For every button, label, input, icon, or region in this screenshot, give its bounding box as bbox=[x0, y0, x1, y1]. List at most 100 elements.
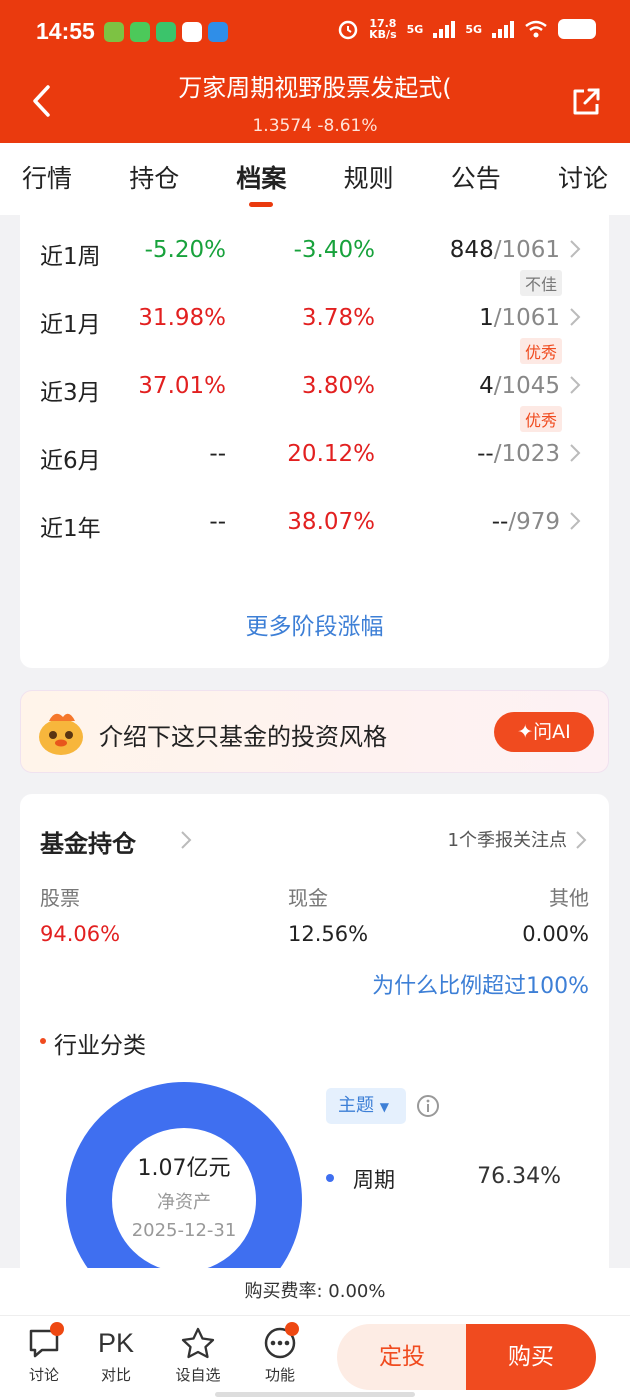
chevron-right-icon bbox=[576, 831, 587, 849]
category-average: -3.40% bbox=[293, 237, 375, 263]
industry-title: 行业分类 bbox=[54, 1033, 146, 1059]
status-bar: 14:55 17.8 KB/s 5G 5G bbox=[0, 0, 630, 66]
tab-discussion[interactable]: 讨论 bbox=[558, 143, 608, 215]
theme-dropdown[interactable]: 主题 ▼ bbox=[326, 1088, 406, 1124]
header: 14:55 17.8 KB/s 5G 5G 万家周期视野股票发起式( 1.3574… bbox=[0, 0, 630, 143]
status-time: 14:55 bbox=[36, 18, 95, 44]
caret-down-icon: ▼ bbox=[379, 1100, 389, 1114]
chevron-right-icon bbox=[570, 376, 581, 394]
nav-label: 功能 bbox=[264, 1366, 295, 1384]
period-label: 近3月 bbox=[40, 380, 101, 406]
rank: --/1023 bbox=[477, 441, 560, 467]
more-periods-link[interactable]: 更多阶段涨幅 bbox=[20, 607, 609, 641]
fund-title: 万家周期视野股票发起式( bbox=[178, 74, 452, 102]
sim2-label: 5G bbox=[465, 22, 482, 36]
sparkle-icon: ✦ bbox=[517, 721, 534, 743]
tab-profile[interactable]: 档案 bbox=[236, 143, 286, 215]
mascot-icon bbox=[39, 713, 83, 755]
ai-banner[interactable]: 介绍下这只基金的投资风格 ✦问AI bbox=[20, 690, 609, 773]
perf-row[interactable]: 近1月 31.98% 3.78% 1/1061 优秀 bbox=[20, 305, 609, 364]
chevron-right-icon bbox=[570, 444, 581, 462]
share-icon[interactable] bbox=[570, 86, 602, 118]
nav-compare[interactable]: PK 对比 bbox=[86, 1326, 146, 1385]
period-change: -- bbox=[209, 509, 226, 535]
battery-icon bbox=[558, 19, 596, 39]
performance-card: 近1周 -5.20% -3.40% 848/1061 不佳 近1月 31.98%… bbox=[20, 215, 609, 668]
period-change: 37.01% bbox=[138, 373, 226, 399]
signal-icon bbox=[433, 20, 456, 38]
nav-label: 对比 bbox=[100, 1366, 131, 1384]
perf-row[interactable]: 近1年 -- 38.07% --/979 bbox=[20, 509, 609, 549]
chevron-right-icon bbox=[570, 240, 581, 258]
purchase-fee: 购买费率: 0.00% bbox=[0, 1268, 630, 1316]
notification-dot bbox=[285, 1322, 299, 1336]
period-change: -- bbox=[209, 441, 226, 467]
donut-center: 1.07亿元 净资产 2025-12-31 bbox=[66, 1150, 302, 1241]
perf-row[interactable]: 近6月 -- 20.12% --/1023 bbox=[20, 441, 609, 481]
holdings-card: 基金持仓 1个季报关注点 股票 现金 其他 94.06% 12.56% 0.00… bbox=[20, 794, 609, 1318]
status-right: 17.8 KB/s 5G 5G bbox=[337, 18, 596, 40]
category-average: 20.12% bbox=[287, 441, 375, 467]
nav-watchlist[interactable]: 设自选 bbox=[168, 1326, 228, 1385]
ai-prompt-text: 介绍下这只基金的投资风格 bbox=[99, 723, 387, 751]
legend-name: 周期 bbox=[353, 1168, 395, 1192]
app-notification-icon bbox=[182, 22, 202, 42]
chevron-right-icon bbox=[570, 308, 581, 326]
alloc-cash-label: 现金 bbox=[288, 886, 328, 910]
perf-row[interactable]: 近1周 -5.20% -3.40% 848/1061 不佳 bbox=[20, 237, 609, 296]
nav-discussion[interactable]: 讨论 bbox=[14, 1326, 74, 1385]
legend-value: 76.34% bbox=[477, 1164, 561, 1189]
period-change: -5.20% bbox=[144, 237, 226, 263]
net-assets-caption: 净资产 bbox=[157, 1192, 211, 1213]
telegram-icon bbox=[208, 22, 228, 42]
why-over-100-link[interactable]: 为什么比例超过100% bbox=[372, 968, 589, 1000]
back-arrow-icon[interactable] bbox=[28, 84, 56, 118]
alloc-stock-label: 股票 bbox=[40, 886, 80, 910]
sim1-label: 5G bbox=[406, 22, 424, 36]
legend-dot bbox=[326, 1174, 334, 1182]
fund-nav-change: 1.3574 -8.61% bbox=[252, 116, 378, 136]
category-average: 3.80% bbox=[301, 373, 375, 399]
category-average: 38.07% bbox=[287, 509, 375, 535]
tab-bar: 行情 持仓 档案 规则 公告 讨论 bbox=[0, 143, 630, 215]
notification-icons bbox=[104, 22, 228, 42]
bottom-bar: 讨论 PK 对比 设自选 功能 定投 购买 bbox=[0, 1316, 630, 1400]
title-row: 万家周期视野股票发起式( bbox=[0, 66, 630, 117]
net-assets-date: 2025-12-31 bbox=[131, 1220, 237, 1241]
auto-invest-button[interactable]: 定投 bbox=[337, 1324, 467, 1390]
alarm-icon bbox=[338, 20, 358, 40]
star-icon bbox=[181, 1327, 215, 1359]
holdings-title[interactable]: 基金持仓 bbox=[40, 824, 136, 859]
rank: 1/1061 bbox=[479, 305, 560, 331]
period-change: 31.98% bbox=[138, 305, 226, 331]
ask-ai-label: 问AI bbox=[533, 721, 571, 743]
perf-row[interactable]: 近3月 37.01% 3.80% 4/1045 优秀 bbox=[20, 373, 609, 432]
pk-icon: PK bbox=[97, 1328, 135, 1358]
chevron-right-icon bbox=[181, 831, 192, 849]
tab-announcements[interactable]: 公告 bbox=[451, 143, 501, 215]
period-label: 近1周 bbox=[40, 244, 101, 270]
net-assets-amount: 1.07亿元 bbox=[137, 1156, 231, 1181]
rank-tag: 优秀 bbox=[519, 406, 562, 432]
buy-button[interactable]: 购买 bbox=[466, 1324, 596, 1390]
nav-functions[interactable]: 功能 bbox=[250, 1326, 310, 1385]
home-indicator bbox=[215, 1392, 415, 1397]
phone-app-icon bbox=[156, 22, 176, 42]
rank: 4/1045 bbox=[479, 373, 560, 399]
alloc-other-label: 其他 bbox=[549, 886, 589, 910]
nav-label: 设自选 bbox=[175, 1366, 221, 1384]
info-icon[interactable] bbox=[416, 1094, 440, 1118]
tab-market[interactable]: 行情 bbox=[22, 143, 72, 215]
alloc-stock-value: 94.06% bbox=[40, 922, 121, 946]
period-label: 近1月 bbox=[40, 312, 101, 338]
rank: 848/1061 bbox=[449, 237, 560, 263]
quarterly-report-link[interactable]: 1个季报关注点 bbox=[448, 826, 567, 852]
tab-holdings[interactable]: 持仓 bbox=[129, 143, 179, 215]
rank: --/979 bbox=[491, 509, 560, 535]
category-average: 3.78% bbox=[301, 305, 375, 331]
alloc-other-value: 0.00% bbox=[522, 922, 589, 946]
notification-dot bbox=[50, 1322, 64, 1336]
chevron-right-icon bbox=[570, 512, 581, 530]
ask-ai-button[interactable]: ✦问AI bbox=[494, 712, 594, 752]
tab-rules[interactable]: 规则 bbox=[344, 143, 394, 215]
